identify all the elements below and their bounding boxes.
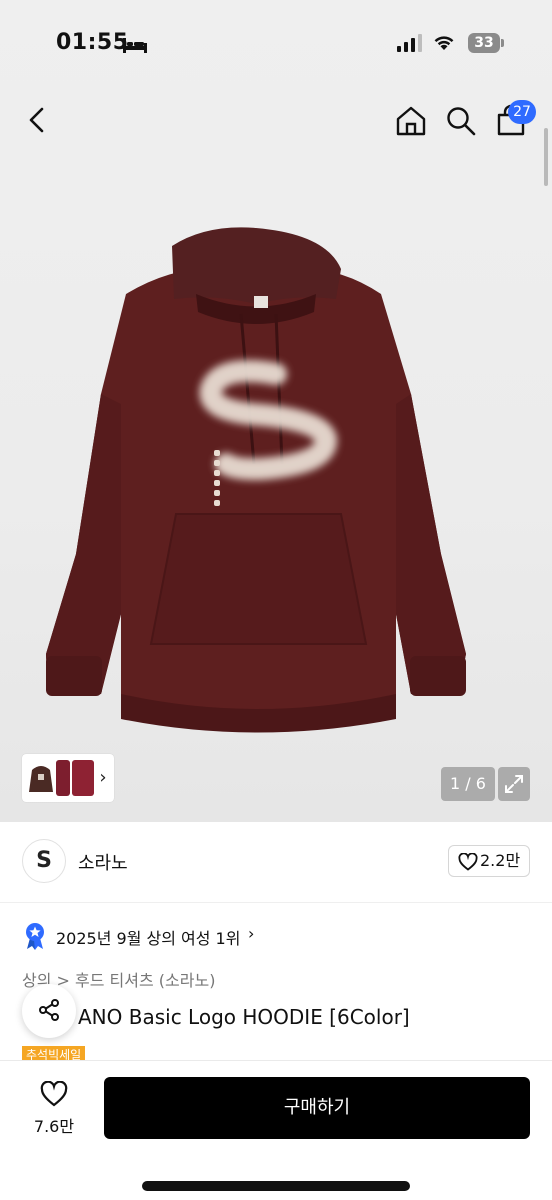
battery-level: 33: [468, 33, 500, 53]
chevron-right-icon[interactable]: ›: [96, 766, 110, 790]
expand-image-button[interactable]: [498, 767, 530, 801]
color-thumbnail-strip[interactable]: ›: [22, 754, 114, 802]
search-icon[interactable]: [444, 104, 478, 138]
share-button[interactable]: [22, 984, 76, 1038]
ranking-medal-icon: [26, 923, 44, 950]
heart-icon: [40, 1081, 68, 1107]
product-image-gallery[interactable]: 01:55 33 27 › 1 / 6: [0, 0, 552, 822]
thumbnail-brown-hoodie[interactable]: [28, 760, 54, 796]
brand-logo[interactable]: S: [22, 839, 66, 883]
chevron-right-icon[interactable]: ›: [248, 924, 254, 943]
image-pager: 1 / 6: [441, 767, 495, 801]
thumbnail-wine-hoodie[interactable]: [72, 760, 94, 796]
product-title-text: ANO Basic Logo HOODIE [6Color]: [78, 1005, 410, 1029]
breadcrumb-subcategory[interactable]: 후드 티셔츠 (소라노): [75, 971, 215, 990]
buy-button[interactable]: 구매하기: [104, 1077, 530, 1139]
status-bar: 01:55 33: [0, 28, 552, 64]
bottom-action-bar: 7.6만 구매하기: [0, 1060, 552, 1200]
home-indicator: [142, 1181, 410, 1191]
section-divider: [0, 902, 552, 903]
wishlist-count: 7.6만: [33, 1117, 75, 1136]
heart-icon: [458, 853, 478, 871]
cellular-signal-icon: [397, 34, 422, 52]
cart-count-badge: 27: [508, 100, 536, 124]
back-icon[interactable]: [22, 104, 54, 136]
brand-like-count: 2.2만: [480, 851, 521, 870]
sleep-focus-icon: [123, 38, 147, 53]
brand-logo-letter: S: [36, 848, 52, 873]
wishlist-button[interactable]: 7.6만: [22, 1079, 86, 1141]
expand-icon: [505, 775, 523, 793]
battery-cap: [501, 39, 504, 47]
status-time: 01:55: [56, 30, 129, 55]
scroll-indicator: [544, 128, 548, 186]
brand-name[interactable]: 소라노: [78, 849, 128, 875]
thumbnail-red-hoodie[interactable]: [56, 760, 70, 796]
product-title: ANO Basic Logo HOODIE [6Color]: [22, 1005, 410, 1029]
ranking-label[interactable]: 2025년 9월 상의 여성 1위: [56, 925, 240, 949]
hoodie-product-image: [46, 227, 466, 733]
wifi-icon: [434, 36, 454, 50]
home-icon[interactable]: [394, 104, 428, 138]
brand-like-button[interactable]: 2.2만: [448, 845, 530, 877]
share-icon: [39, 999, 59, 1021]
battery-indicator: 33: [468, 33, 504, 53]
